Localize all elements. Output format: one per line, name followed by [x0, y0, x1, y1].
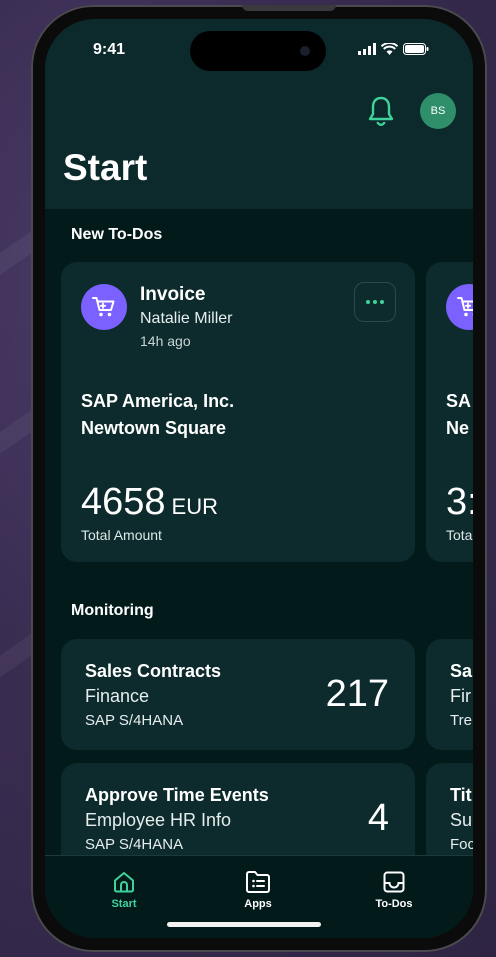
- earpiece: [242, 5, 336, 11]
- todos-section-title: New To-Dos: [71, 226, 163, 243]
- todo-company: SA Ne: [446, 388, 471, 442]
- cart-icon: [446, 284, 473, 330]
- monitoring-count: 4: [367, 797, 389, 839]
- monitoring-title: Approve Time Events: [85, 785, 269, 805]
- app-screen: 9:41 BS Start New To-Dos Invoice Natalie…: [45, 19, 473, 938]
- phone-frame: 9:41 BS Start New To-Dos Invoice Natalie…: [31, 5, 487, 952]
- company-name: SA: [446, 391, 472, 411]
- tab-start[interactable]: Start: [79, 870, 169, 910]
- todo-time: 14h ago: [140, 333, 191, 349]
- company-location: Ne: [446, 418, 470, 438]
- tab-apps[interactable]: Apps: [213, 870, 303, 910]
- home-indicator[interactable]: [167, 922, 321, 927]
- user-avatar[interactable]: BS: [420, 93, 456, 129]
- notification-bell-icon[interactable]: [367, 95, 395, 127]
- todo-card[interactable]: SA Ne 3: Tota: [426, 262, 473, 562]
- dynamic-island: [190, 31, 326, 71]
- more-dot-icon: [380, 300, 384, 304]
- todo-amount: 3:: [446, 481, 473, 523]
- monitoring-subtitle: Employee HR Info: [85, 810, 232, 830]
- todo-company: SAP America, Inc. Newtown Square: [81, 388, 234, 442]
- monitoring-card[interactable]: Sales Contracts Finance SAP S/4HANA 217: [61, 639, 415, 750]
- more-dot-icon: [373, 300, 377, 304]
- todo-title: Invoice: [140, 284, 206, 305]
- monitoring-title: Sales Contracts: [85, 661, 222, 681]
- wifi-icon: [381, 43, 398, 55]
- apps-icon: [246, 871, 270, 893]
- monitoring-system: Foc: [450, 836, 473, 853]
- monitoring-system: SAP S/4HANA: [85, 712, 184, 729]
- todo-card[interactable]: Invoice Natalie Miller 14h ago SAP Ameri…: [61, 262, 415, 562]
- camera-icon: [300, 46, 310, 56]
- monitoring-section-title: Monitoring: [71, 602, 154, 619]
- monitoring-subtitle: Su: [450, 810, 473, 830]
- tab-todos[interactable]: To-Dos: [349, 870, 439, 910]
- more-dot-icon: [366, 300, 370, 304]
- monitoring-count: 217: [325, 673, 389, 715]
- monitoring-subtitle: Finance: [85, 686, 150, 706]
- amount-label: Tota: [446, 527, 473, 543]
- page-title: Start: [63, 147, 148, 188]
- amount-currency: EUR: [171, 494, 218, 519]
- monitoring-title: Sa: [450, 661, 473, 681]
- company-location: Newtown Square: [81, 418, 227, 438]
- monitoring-system: Tre: [450, 712, 472, 729]
- signal-icon: [358, 43, 376, 55]
- status-time: 9:41: [93, 41, 126, 58]
- tab-label: To-Dos: [375, 898, 413, 910]
- todo-person: Natalie Miller: [140, 310, 233, 327]
- battery-icon: [403, 43, 429, 55]
- company-name: SAP America, Inc.: [81, 391, 235, 411]
- more-options-button[interactable]: [354, 282, 396, 322]
- monitoring-system: SAP S/4HANA: [85, 836, 184, 853]
- todo-amount: 4658 EUR: [81, 481, 218, 524]
- tab-label: Apps: [244, 898, 272, 910]
- amount-label: Total Amount: [81, 527, 162, 543]
- monitoring-card[interactable]: Sa Fir Tre: [426, 639, 473, 750]
- amount-value: 4658: [81, 481, 166, 523]
- status-icons: [358, 43, 429, 55]
- monitoring-title: Tit: [450, 785, 472, 805]
- inbox-icon: [383, 871, 405, 893]
- tab-label: Start: [111, 898, 137, 910]
- cart-icon: [81, 284, 127, 330]
- monitoring-subtitle: Fir: [450, 686, 471, 706]
- home-icon: [114, 872, 134, 893]
